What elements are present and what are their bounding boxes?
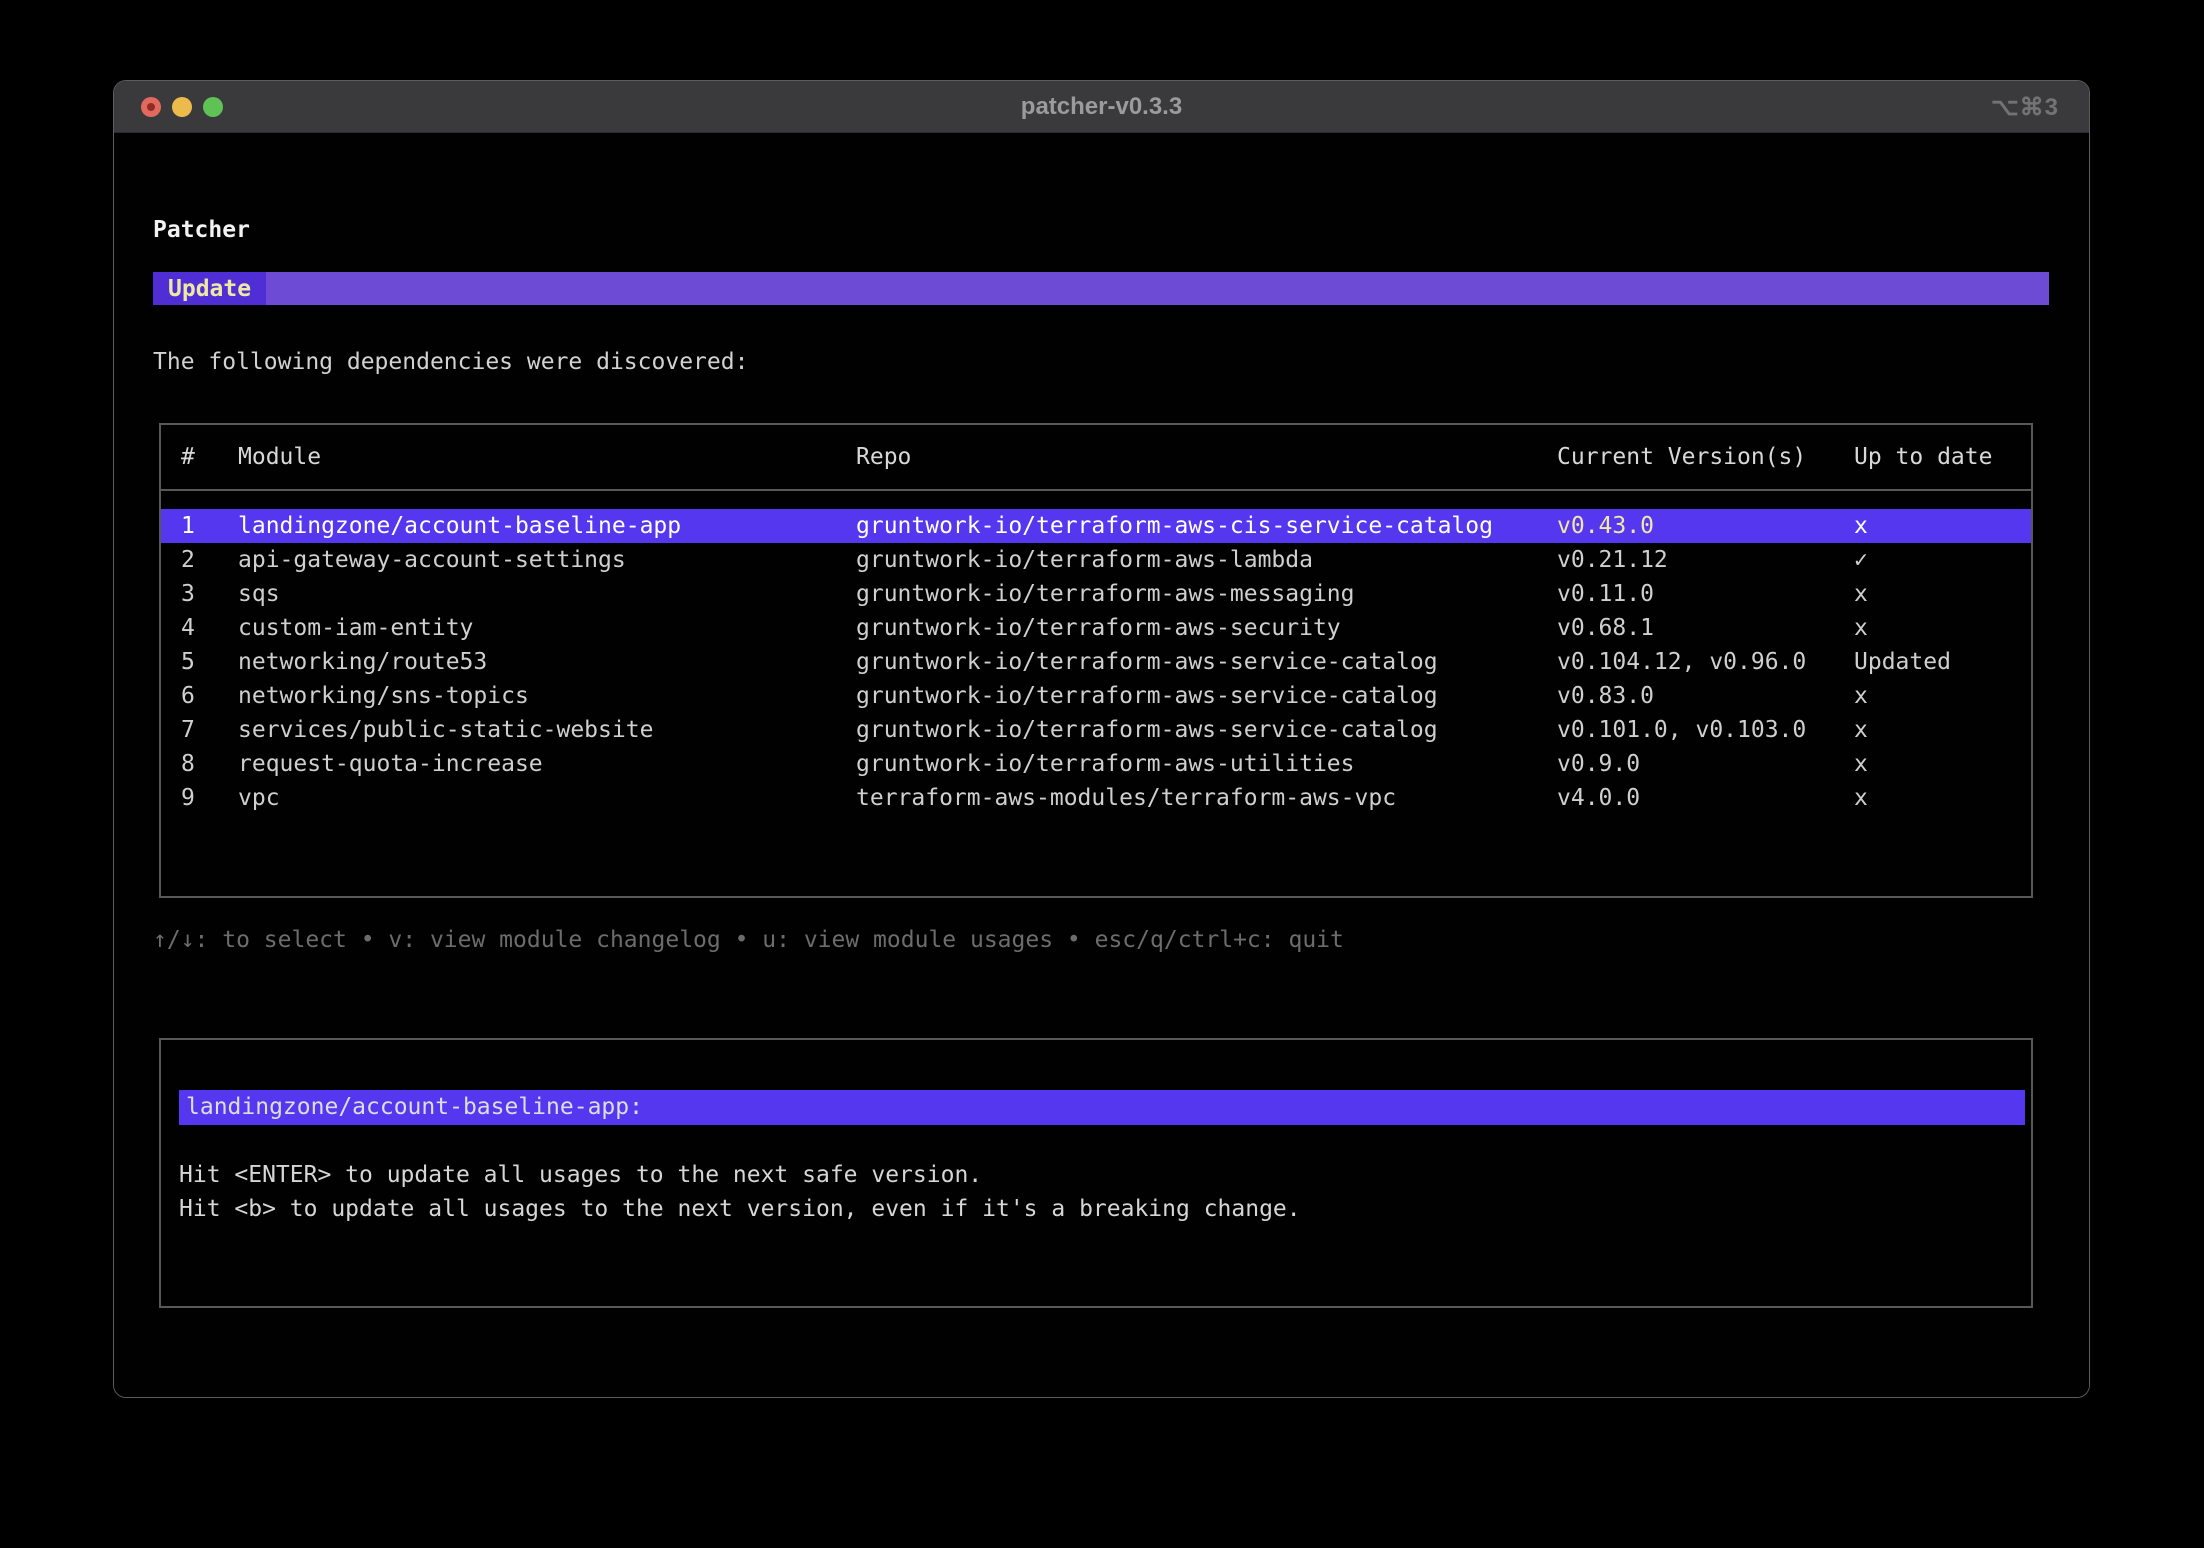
cell-version: v0.11.0 bbox=[1557, 577, 1854, 611]
table-row[interactable]: 1landingzone/account-baseline-appgruntwo… bbox=[161, 509, 2031, 543]
cell-repo: gruntwork-io/terraform-aws-cis-service-c… bbox=[856, 509, 1557, 543]
cell-repo: gruntwork-io/terraform-aws-messaging bbox=[856, 577, 1557, 611]
cell-num: 9 bbox=[181, 781, 238, 815]
window-shortcut-badge: ⌥⌘3 bbox=[1991, 81, 2059, 133]
cell-version: v0.9.0 bbox=[1557, 747, 1854, 781]
cell-status: x bbox=[1854, 509, 2031, 543]
col-header-module: Module bbox=[238, 440, 856, 474]
detail-panel: landingzone/account-baseline-app: Hit <E… bbox=[159, 1038, 2033, 1308]
table-row[interactable]: 9vpcterraform-aws-modules/terraform-aws-… bbox=[161, 781, 2031, 815]
cell-num: 6 bbox=[181, 679, 238, 713]
traffic-lights bbox=[114, 97, 223, 117]
col-header-version: Current Version(s) bbox=[1557, 440, 1854, 474]
help-bar: ↑/↓: to select • v: view module changelo… bbox=[153, 923, 2049, 957]
cell-status: Updated bbox=[1854, 645, 2031, 679]
table-row[interactable]: 2api-gateway-account-settingsgruntwork-i… bbox=[161, 543, 2031, 577]
cell-module: api-gateway-account-settings bbox=[238, 543, 856, 577]
cell-repo: gruntwork-io/terraform-aws-utilities bbox=[856, 747, 1557, 781]
cell-version: v0.101.0, v0.103.0 bbox=[1557, 713, 1854, 747]
cell-status: x bbox=[1854, 713, 2031, 747]
cell-num: 7 bbox=[181, 713, 238, 747]
cell-repo: terraform-aws-modules/terraform-aws-vpc bbox=[856, 781, 1557, 815]
close-button[interactable] bbox=[141, 97, 161, 117]
dependencies-table: # Module Repo Current Version(s) Up to d… bbox=[159, 423, 2033, 898]
cell-num: 4 bbox=[181, 611, 238, 645]
hint-b: Hit <b> to update all usages to the next… bbox=[179, 1192, 2031, 1226]
app-heading: Patcher bbox=[153, 213, 2049, 247]
cell-module: networking/route53 bbox=[238, 645, 856, 679]
table-row[interactable]: 5networking/route53gruntwork-io/terrafor… bbox=[161, 645, 2031, 679]
table-row[interactable]: 7services/public-static-websitegruntwork… bbox=[161, 713, 2031, 747]
cell-repo: gruntwork-io/terraform-aws-security bbox=[856, 611, 1557, 645]
table-row[interactable]: 4custom-iam-entitygruntwork-io/terraform… bbox=[161, 611, 2031, 645]
cell-status: ✓ bbox=[1854, 543, 2031, 577]
cell-version: v0.83.0 bbox=[1557, 679, 1854, 713]
cell-status: x bbox=[1854, 679, 2031, 713]
tab-bar-fill bbox=[266, 272, 2049, 305]
col-header-num: # bbox=[181, 440, 238, 474]
desktop-background: patcher-v0.3.3 ⌥⌘3 Patcher Update The fo… bbox=[0, 0, 2204, 1548]
cell-repo: gruntwork-io/terraform-aws-service-catal… bbox=[856, 713, 1557, 747]
cell-repo: gruntwork-io/terraform-aws-service-catal… bbox=[856, 645, 1557, 679]
table-body: 1landingzone/account-baseline-appgruntwo… bbox=[161, 491, 2031, 815]
cell-status: x bbox=[1854, 747, 2031, 781]
cell-version: v0.43.0 bbox=[1557, 509, 1854, 543]
cell-status: x bbox=[1854, 611, 2031, 645]
cell-num: 2 bbox=[181, 543, 238, 577]
table-row[interactable]: 3sqsgruntwork-io/terraform-aws-messaging… bbox=[161, 577, 2031, 611]
tab-bar: Update bbox=[153, 272, 2049, 305]
cell-status: x bbox=[1854, 577, 2031, 611]
detail-hints: Hit <ENTER> to update all usages to the … bbox=[179, 1158, 2031, 1226]
cell-num: 5 bbox=[181, 645, 238, 679]
hint-enter: Hit <ENTER> to update all usages to the … bbox=[179, 1158, 2031, 1192]
table-row[interactable]: 8request-quota-increasegruntwork-io/terr… bbox=[161, 747, 2031, 781]
cell-num: 1 bbox=[181, 509, 238, 543]
table-row[interactable]: 6networking/sns-topicsgruntwork-io/terra… bbox=[161, 679, 2031, 713]
terminal-window: patcher-v0.3.3 ⌥⌘3 Patcher Update The fo… bbox=[113, 80, 2090, 1398]
cell-version: v4.0.0 bbox=[1557, 781, 1854, 815]
table-header: # Module Repo Current Version(s) Up to d… bbox=[161, 425, 2031, 491]
selected-module-line: landingzone/account-baseline-app: bbox=[179, 1090, 2025, 1125]
col-header-repo: Repo bbox=[856, 440, 1557, 474]
terminal-content: Patcher Update The following dependencie… bbox=[114, 133, 2089, 1398]
cell-status: x bbox=[1854, 781, 2031, 815]
cell-module: custom-iam-entity bbox=[238, 611, 856, 645]
zoom-button[interactable] bbox=[203, 97, 223, 117]
cell-module: networking/sns-topics bbox=[238, 679, 856, 713]
cell-num: 3 bbox=[181, 577, 238, 611]
cell-num: 8 bbox=[181, 747, 238, 781]
cell-version: v0.68.1 bbox=[1557, 611, 1854, 645]
intro-text: The following dependencies were discover… bbox=[153, 345, 2049, 379]
cell-version: v0.21.12 bbox=[1557, 543, 1854, 577]
tab-update[interactable]: Update bbox=[153, 272, 266, 305]
cell-version: v0.104.12, v0.96.0 bbox=[1557, 645, 1854, 679]
cell-module: vpc bbox=[238, 781, 856, 815]
cell-module: request-quota-increase bbox=[238, 747, 856, 781]
cell-module: landingzone/account-baseline-app bbox=[238, 509, 856, 543]
titlebar[interactable]: patcher-v0.3.3 ⌥⌘3 bbox=[114, 81, 2089, 133]
cell-module: sqs bbox=[238, 577, 856, 611]
col-header-uptodate: Up to date bbox=[1854, 440, 2031, 474]
cell-repo: gruntwork-io/terraform-aws-service-catal… bbox=[856, 679, 1557, 713]
cell-repo: gruntwork-io/terraform-aws-lambda bbox=[856, 543, 1557, 577]
minimize-button[interactable] bbox=[172, 97, 192, 117]
window-title: patcher-v0.3.3 bbox=[114, 93, 2089, 121]
cell-module: services/public-static-website bbox=[238, 713, 856, 747]
